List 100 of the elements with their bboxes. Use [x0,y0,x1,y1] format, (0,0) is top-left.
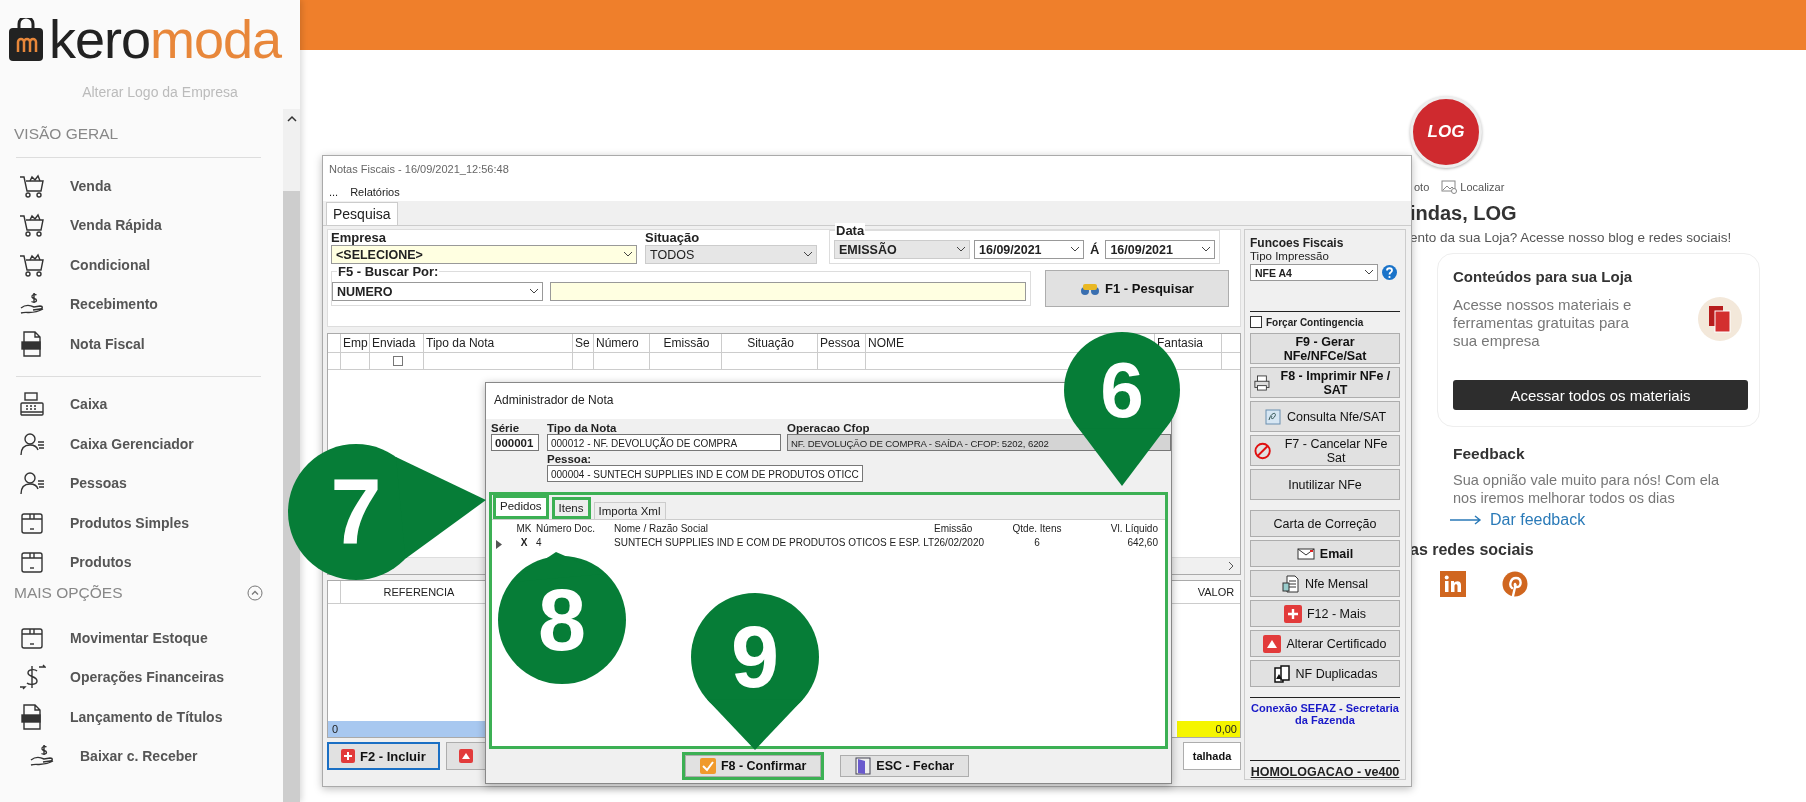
materials-button[interactable]: Acessar todos os materiais [1453,380,1748,410]
column-header[interactable]: Situação [747,336,794,350]
column-header[interactable]: Emissão [934,523,973,534]
print-type-select[interactable]: NFE A4 [1250,264,1378,281]
fiscal-button[interactable]: F8 - Imprimir NFe / SAT [1250,367,1400,398]
column-header[interactable]: MK [512,523,536,534]
person-field[interactable]: 000004 - SUNTECH SUPPLIES IND E COM DE PRODUTOS OTICC [547,465,863,482]
fiscal-button[interactable]: Consulta Nfe/SAT [1250,401,1400,432]
greeting: indas, LOG [1410,202,1518,225]
nav-item[interactable]: Venda [70,177,112,194]
fiscal-button[interactable]: Email [1250,540,1400,567]
date-field[interactable]: 16/09/2021 [974,240,1084,259]
fiscal-button[interactable]: F12 - Mais [1250,600,1400,627]
caret-icon [624,252,632,257]
plus-icon [1283,604,1302,623]
action-link[interactable]: oto [1414,181,1430,193]
plus-icon [341,749,355,763]
column-header[interactable]: Vl. Líquido [1070,523,1158,534]
pinterest-icon[interactable] [1502,571,1528,597]
sefaz-link[interactable]: Conexão SEFAZ - Secretaria da Fazenda [1250,698,1400,730]
linkedin-icon[interactable] [1440,571,1466,597]
column-header[interactable]: Número Doc. [536,523,595,534]
fiscal-button[interactable]: F9 - Gerar NFe/NFCe/Sat [1250,333,1400,364]
feedback-text: Sua opnião vale muito para nós! Com ela nos iremos melhorar todos os dias [1453,471,1720,507]
document-icon [1281,574,1300,593]
checkbox[interactable] [1250,316,1262,328]
cart-icon [18,211,46,240]
column-header[interactable]: Tipo da Nota [426,336,495,350]
fiscal-button[interactable]: Alterar Certificado [1250,630,1400,657]
fiscal-button[interactable]: F7 - Cancelar NFe Sat [1250,435,1400,466]
nav-item[interactable]: Operações Financeiras [70,669,225,686]
image-icon[interactable] [1441,180,1458,194]
column-header[interactable]: VALOR [1190,581,1240,603]
date-type-select[interactable]: EMISSÃO [834,240,970,259]
cash-register-icon [18,390,46,419]
nav-item[interactable]: Lançamento de Títulos [70,708,223,725]
check-icon [699,758,716,774]
scroll-up-icon[interactable] [286,115,297,123]
nav-item[interactable]: Caixa [70,396,108,413]
checkbox[interactable] [392,356,403,366]
field-label: Tipo da Nota [547,422,618,434]
nav-item[interactable]: Nota Fiscal [70,335,145,352]
tab[interactable]: Pedidos [493,495,549,519]
menu-item[interactable]: Relatórios [350,186,400,199]
toolbar-button[interactable]: talhada [1183,742,1241,770]
tab[interactable]: Itens [551,497,591,519]
section-title: MAIS OPÇÕES [14,584,123,602]
column-header[interactable]: Nome / Razão Social [614,523,708,534]
search-field[interactable] [550,282,1026,301]
nav-item[interactable]: Venda Rápida [70,217,162,234]
date-field[interactable]: 16/09/2021 [1105,240,1216,259]
collapse-icon[interactable] [247,585,263,601]
menu-item[interactable]: ... [329,186,339,199]
status-select[interactable]: TODOS [645,245,817,264]
action-link[interactable]: Localizar [1460,181,1505,193]
table-cell: 26/02/2020 [934,537,985,548]
dialog-button[interactable]: F8 - Confirmar [684,755,822,777]
scroll-right-icon[interactable] [1227,561,1235,571]
dollar-icon [18,663,46,692]
fiscal-button[interactable]: Inutilizar NFe [1250,469,1400,500]
column-header[interactable]: Se [575,336,590,350]
column-header[interactable]: Emp [343,336,368,350]
toolbar-button[interactable] [445,742,486,770]
environment-label: HOMOLOGACAO - ve400 [1250,764,1400,779]
caret-icon [1365,270,1373,275]
series-field[interactable]: 000001 [491,434,539,451]
nav-item[interactable]: Produtos [70,554,132,571]
search-by-select[interactable]: NUMERO [332,282,543,301]
table-cell-text: X [519,537,529,548]
company-select[interactable]: <SELECIONE> [331,245,637,264]
feedback-link[interactable]: Dar feedback [1490,511,1586,529]
fiscal-button[interactable]: Carta de Correção [1250,510,1400,537]
column-header[interactable]: Número [596,336,639,350]
fiscal-button[interactable]: Nfe Mensal [1250,570,1400,597]
search-button[interactable]: F1 - Pesquisar [1045,270,1229,307]
column-header[interactable]: NOME [868,336,904,350]
nav-item[interactable]: Movimentar Estoque [70,629,208,646]
date-separator: Á [1090,242,1100,257]
nav-item[interactable]: Baixar c. Receber [80,748,198,765]
column-header[interactable]: Qtde. Itens [1007,523,1067,534]
nav-item[interactable]: Pessoas [70,475,127,492]
field-label: Operacao Cfop [787,422,871,434]
column-header[interactable]: Enviada [372,336,416,350]
fiscal-button[interactable]: NF Duplicadas [1250,660,1400,687]
tab[interactable]: Importa Xml [593,502,666,519]
nav-item[interactable]: Condicional [70,256,151,273]
column-header[interactable]: Fantasia [1157,336,1204,350]
help-icon[interactable] [1382,265,1397,280]
nav-item[interactable]: Recebimento [70,296,158,313]
avatar-logo-text: LOG [1427,122,1465,142]
nav-item[interactable]: Produtos Simples [70,514,190,531]
table-cell-text: 6 [1033,537,1041,548]
dialog-button[interactable]: ESC - Fechar [840,755,970,777]
column-header[interactable]: Emissão [663,336,710,350]
tab[interactable]: Pesquisa [326,202,398,225]
toolbar-button[interactable]: F2 - Incluir [327,742,440,770]
note-type-field[interactable]: 000012 - NF. DEVOLUÇÃO DE COMPRA [547,434,781,451]
column-header[interactable]: Pessoa [820,336,861,350]
nav-item[interactable]: Caixa Gerenciador [70,435,194,452]
paper-icon [1263,407,1282,426]
